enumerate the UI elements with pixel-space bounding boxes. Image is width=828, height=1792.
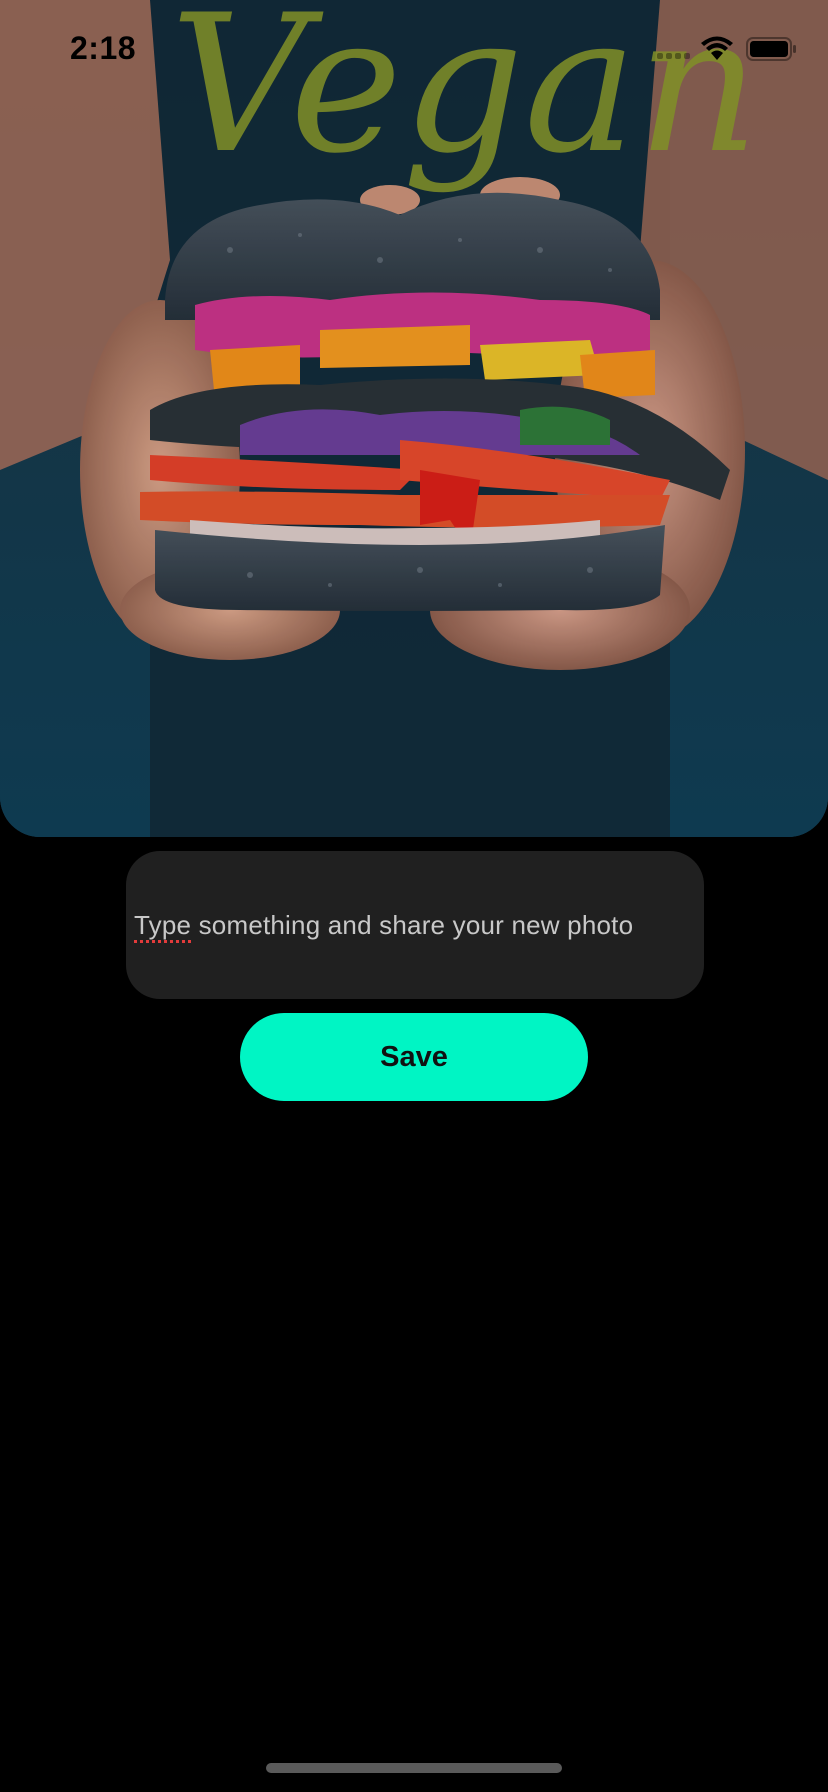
home-indicator[interactable] <box>266 1763 562 1773</box>
status-bar: 2:18 <box>0 0 828 100</box>
status-icons <box>657 34 798 64</box>
battery-icon <box>746 37 796 61</box>
wifi-icon <box>701 36 733 60</box>
photo-preview: Vegan <box>0 0 828 837</box>
caption-placeholder-first-word: Type <box>134 909 192 940</box>
caption-placeholder-rest: something and share your new photo <box>191 909 634 940</box>
cellular-signal-icon <box>657 39 690 59</box>
save-button[interactable]: Save <box>240 1013 588 1101</box>
caption-input[interactable]: Type something and share your new photo <box>126 851 704 999</box>
status-time: 2:18 <box>70 30 137 66</box>
sandwich-photo: Vegan <box>0 0 828 837</box>
caption-placeholder: Type something and share your new photo <box>134 910 633 941</box>
